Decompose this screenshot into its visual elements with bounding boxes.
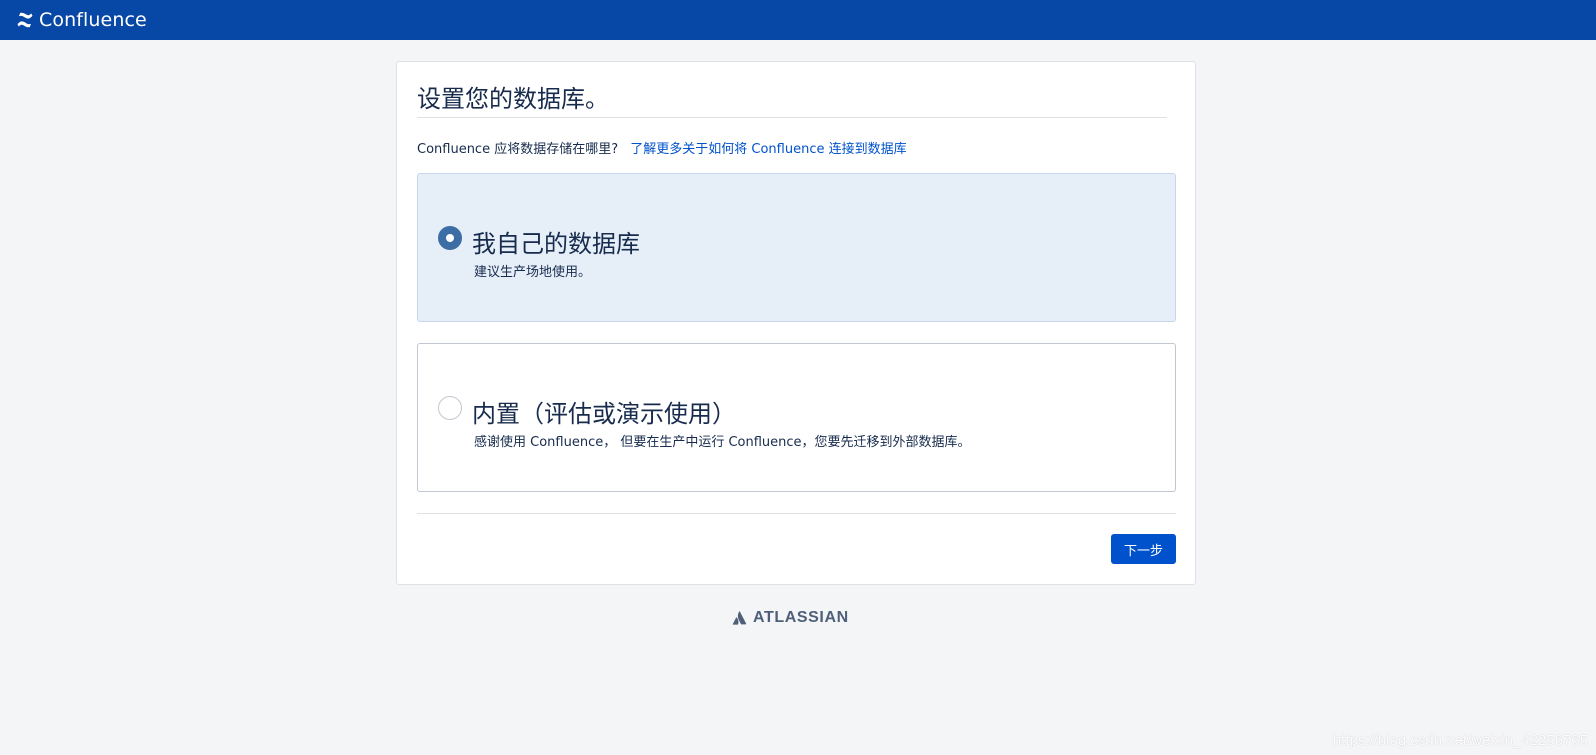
watermark: https://blog.csdn.net/weixin_42256765	[1332, 732, 1588, 749]
option-title: 我自己的数据库	[472, 230, 640, 258]
radio-built-in[interactable]	[438, 396, 462, 420]
top-navigation-bar: Confluence	[0, 0, 1596, 40]
confluence-logo[interactable]: Confluence	[16, 9, 147, 31]
option-own-database[interactable]: 我自己的数据库 建议生产场地使用。	[417, 173, 1176, 322]
question-text: Confluence 应将数据存储在哪里?	[417, 142, 619, 157]
logo-text: Confluence	[39, 9, 147, 31]
footer-divider	[417, 513, 1176, 514]
title-divider	[417, 117, 1167, 118]
help-link[interactable]: 了解更多关于如何将 Confluence 连接到数据库	[630, 142, 906, 157]
option-built-in[interactable]: 内置（评估或演示使用） 感谢使用 Confluence， 但要在生产中运行 Co…	[417, 343, 1176, 492]
page-title: 设置您的数据库。	[417, 85, 609, 113]
question-row: Confluence 应将数据存储在哪里? 了解更多关于如何将 Confluen…	[417, 138, 907, 157]
next-button[interactable]: 下一步	[1111, 534, 1176, 564]
option-description: 建议生产场地使用。	[474, 265, 592, 280]
option-description: 感谢使用 Confluence， 但要在生产中运行 Confluence，您要先…	[474, 435, 971, 450]
database-setup-panel: 设置您的数据库。 Confluence 应将数据存储在哪里? 了解更多关于如何将…	[396, 61, 1196, 585]
atlassian-logo-text: ATLASSIAN	[753, 609, 849, 626]
atlassian-icon	[732, 611, 747, 625]
confluence-icon	[17, 12, 33, 28]
radio-own-database[interactable]	[438, 226, 462, 250]
atlassian-logo: ATLASSIAN	[732, 609, 849, 627]
option-title: 内置（评估或演示使用）	[472, 400, 736, 428]
